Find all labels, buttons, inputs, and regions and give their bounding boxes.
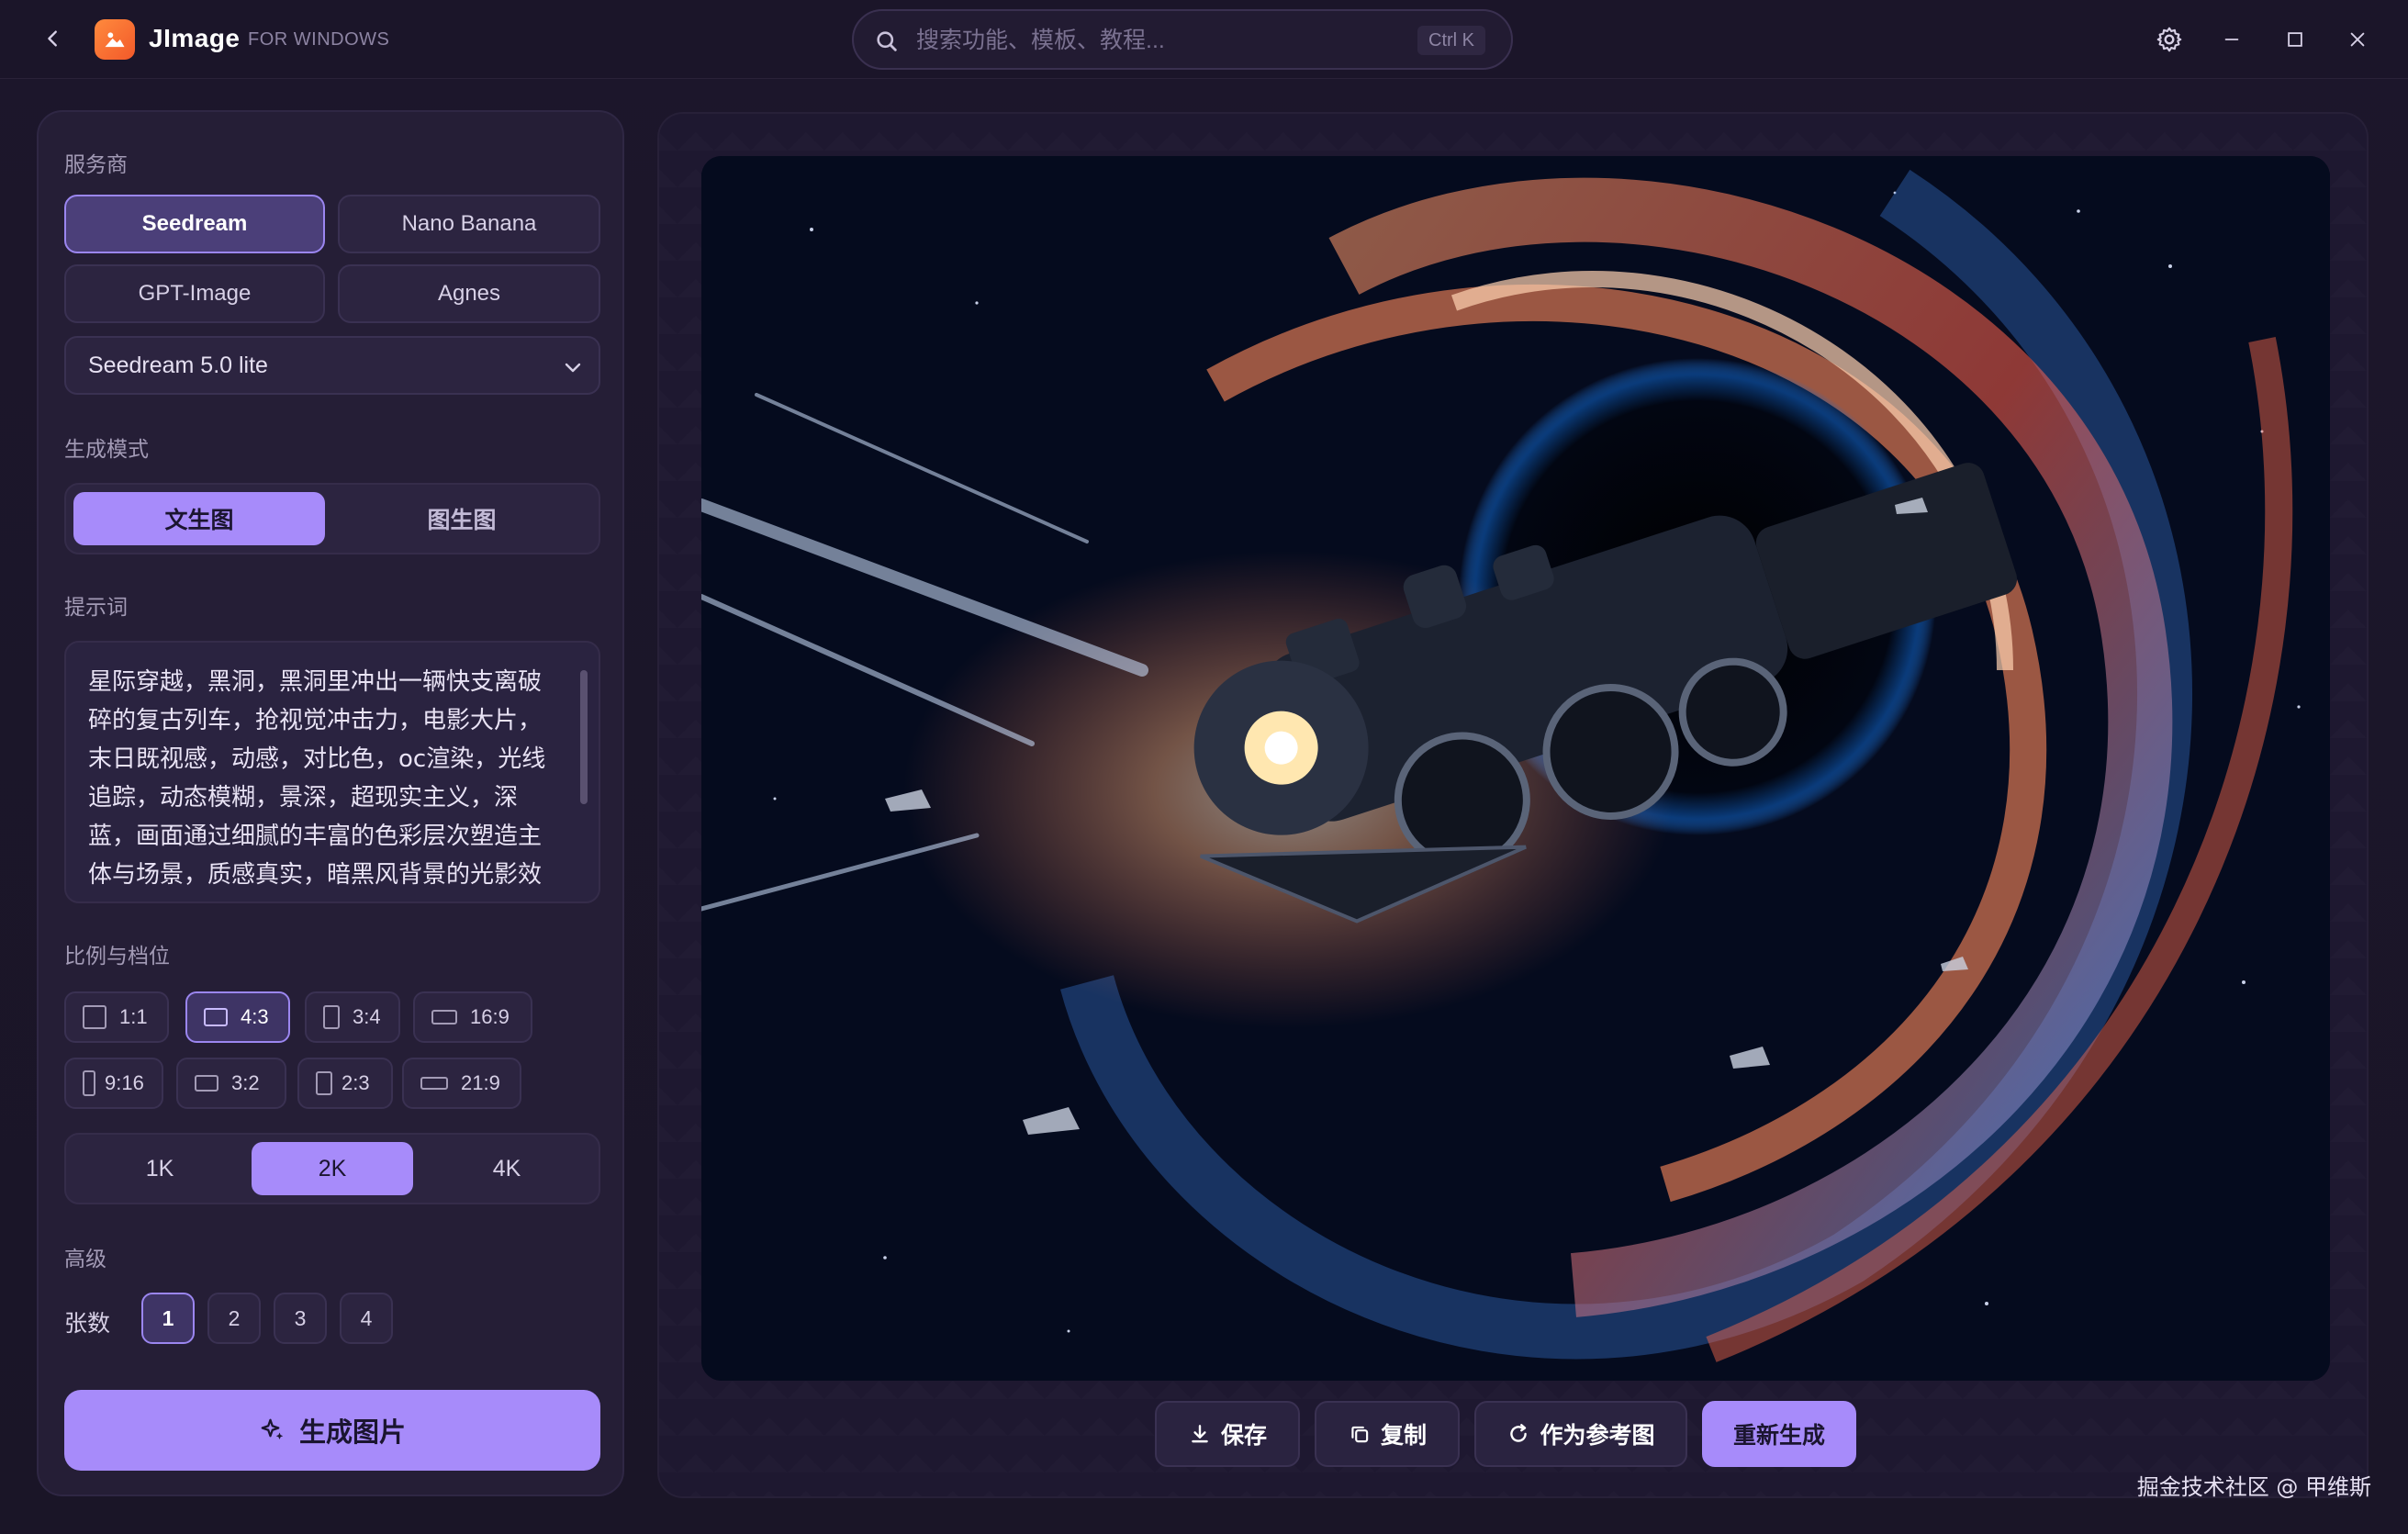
- ratio-label: 4:3: [241, 1005, 269, 1028]
- chevron-down-icon: [565, 363, 581, 373]
- model-select-value: Seedream 5.0 lite: [88, 352, 268, 378]
- shortcut-badge: Ctrl K: [1417, 26, 1485, 55]
- count-3-button[interactable]: 3: [274, 1293, 327, 1344]
- copy-icon: [1351, 1426, 1369, 1443]
- preview-canvas: 保存 复制 作为参考图 重新生成: [657, 112, 2369, 1498]
- generate-label: 生成图片: [298, 1418, 406, 1448]
- ratio-label: 3:2: [231, 1071, 260, 1094]
- ratio-4-3-button[interactable]: 4:3: [185, 991, 290, 1043]
- maximize-icon: [2288, 32, 2302, 47]
- advanced-section-label: 高级: [64, 1247, 106, 1271]
- mode-section-label: 生成模式: [64, 437, 149, 461]
- app-logo: [95, 19, 135, 60]
- square-icon: [83, 1005, 106, 1029]
- minimize-button[interactable]: [2212, 20, 2251, 59]
- mode-toggle: 文生图 图生图: [64, 483, 600, 554]
- count-4-button[interactable]: 4: [340, 1293, 393, 1344]
- use-as-reference-label: 作为参考图: [1540, 1423, 1655, 1449]
- mode-text-to-image-tab[interactable]: 文生图: [73, 492, 325, 545]
- provider-agnes-button[interactable]: Agnes: [338, 264, 600, 323]
- search-input[interactable]: [914, 22, 1337, 59]
- provider-section-label: 服务商: [64, 152, 128, 176]
- minimize-icon: [2224, 39, 2239, 40]
- resolution-4k-button[interactable]: 4K: [426, 1142, 588, 1195]
- tall-rect-icon: [83, 1070, 95, 1096]
- ratio-label: 1:1: [119, 1005, 148, 1028]
- prompt-text: 星际穿越，黑洞，黑洞里冲出一辆快支离破碎的复古列车，抢视觉冲击力，电影大片，末日…: [88, 668, 546, 889]
- image-icon: [105, 32, 125, 48]
- ultrawide-rect-icon: [420, 1077, 448, 1090]
- resolution-toggle: 1K 2K 4K: [64, 1133, 600, 1204]
- resolution-2k-button[interactable]: 2K: [252, 1142, 413, 1195]
- provider-nano-banana-button[interactable]: Nano Banana: [338, 195, 600, 253]
- ratio-label: 21:9: [461, 1071, 500, 1094]
- app-name: JImage: [149, 24, 241, 52]
- model-select[interactable]: Seedream 5.0 lite: [64, 336, 600, 395]
- close-button[interactable]: [2338, 20, 2377, 59]
- copy-button[interactable]: 复制: [1315, 1401, 1460, 1467]
- settings-button[interactable]: [2150, 20, 2189, 59]
- generated-image-art: [701, 156, 2330, 1381]
- gear-icon: [2156, 27, 2182, 52]
- landscape-rect-icon: [204, 1008, 228, 1026]
- resolution-1k-button[interactable]: 1K: [79, 1142, 241, 1195]
- ratio-1-1-button[interactable]: 1:1: [64, 991, 169, 1043]
- ratio-21-9-button[interactable]: 21:9: [402, 1058, 521, 1109]
- provider-seedream-button[interactable]: Seedream: [64, 195, 325, 253]
- wide-rect-icon: [431, 1010, 457, 1025]
- app-window: JImage FOR WINDOWS Ctrl K: [0, 0, 2408, 1534]
- portrait-rect-icon: [316, 1071, 332, 1095]
- ratio-3-2-button[interactable]: 3:2: [176, 1058, 286, 1109]
- ratio-label: 3:4: [353, 1005, 381, 1028]
- ratio-label: 9:16: [105, 1071, 144, 1094]
- count-2-button[interactable]: 2: [207, 1293, 261, 1344]
- settings-panel: 服务商 Seedream Nano Banana GPT-Image Agnes…: [37, 110, 624, 1496]
- ratio-section-label: 比例与档位: [64, 944, 170, 968]
- count-label: 张数: [64, 1311, 111, 1337]
- watermark-text: 掘金技术社区 @ 甲维斯: [2136, 1474, 2371, 1500]
- back-button[interactable]: [35, 20, 72, 57]
- refresh-icon: [1510, 1424, 1528, 1442]
- prompt-section-label: 提示词: [64, 595, 128, 619]
- save-label: 保存: [1220, 1423, 1267, 1449]
- ratio-3-4-button[interactable]: 3:4: [305, 991, 400, 1043]
- landscape-rect-icon: [195, 1075, 218, 1092]
- chevron-left-icon: [48, 30, 57, 47]
- count-1-button[interactable]: 1: [141, 1293, 195, 1344]
- download-icon: [1192, 1425, 1208, 1443]
- maximize-button[interactable]: [2276, 20, 2314, 59]
- provider-gpt-image-button[interactable]: GPT-Image: [64, 264, 325, 323]
- search-icon: [877, 31, 897, 51]
- generate-image-button[interactable]: 生成图片: [64, 1390, 600, 1471]
- ratio-label: 2:3: [342, 1071, 370, 1094]
- search-bar[interactable]: Ctrl K: [852, 9, 1513, 70]
- regenerate-button[interactable]: 重新生成: [1702, 1401, 1856, 1467]
- generated-image[interactable]: [701, 156, 2330, 1381]
- ratio-2-3-button[interactable]: 2:3: [297, 1058, 393, 1109]
- prompt-scrollbar[interactable]: [580, 670, 588, 804]
- copy-label: 复制: [1380, 1423, 1427, 1449]
- ratio-16-9-button[interactable]: 16:9: [413, 991, 532, 1043]
- ratio-label: 16:9: [470, 1005, 510, 1028]
- close-icon: [2350, 32, 2365, 47]
- mode-image-to-image-tab[interactable]: 图生图: [336, 492, 588, 545]
- title-bar: JImage FOR WINDOWS Ctrl K: [0, 0, 2408, 79]
- prompt-textarea[interactable]: 星际穿越，黑洞，黑洞里冲出一辆快支离破碎的复古列车，抢视觉冲击力，电影大片，末日…: [64, 641, 600, 903]
- save-button[interactable]: 保存: [1155, 1401, 1300, 1467]
- ratio-9-16-button[interactable]: 9:16: [64, 1058, 163, 1109]
- app-subtitle: FOR WINDOWS: [248, 29, 390, 50]
- sparkle-icon: [261, 1418, 284, 1439]
- portrait-rect-icon: [323, 1005, 340, 1029]
- use-as-reference-button[interactable]: 作为参考图: [1474, 1401, 1687, 1467]
